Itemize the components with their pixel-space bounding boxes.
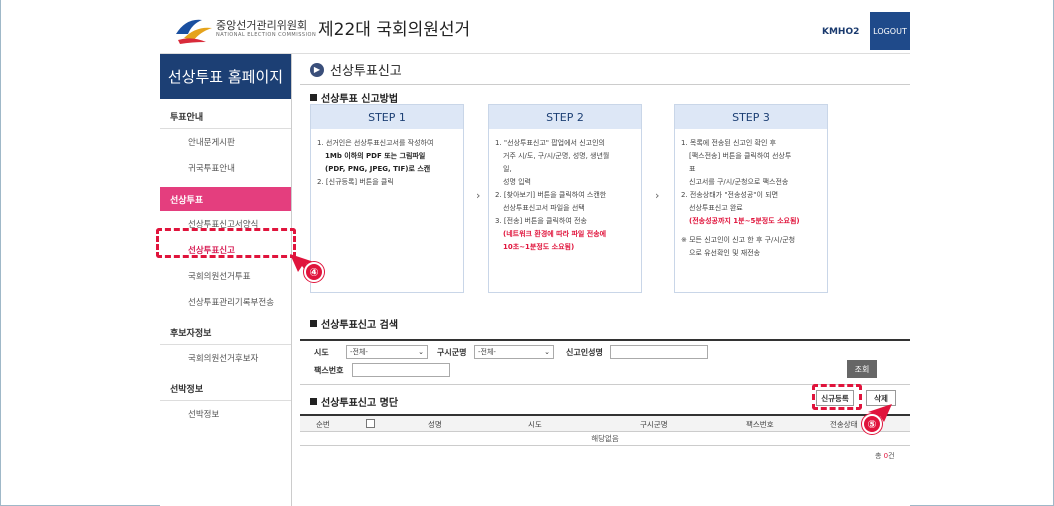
sidebar-item-record-send[interactable]: 선상투표관리기록부전송 (160, 289, 291, 315)
step-3-line: 표 (689, 165, 696, 173)
step-2-line: 10초~1분정도 소요됨) (503, 243, 575, 251)
column-header-status: 전송상태 (830, 420, 858, 429)
select-all-checkbox[interactable] (366, 419, 375, 428)
step-2-line: 일, (503, 165, 512, 173)
step-2-body: 1. "선상투표신고" 팝업에서 신고인의 거주 시/도, 구/시/군명, 성명… (489, 129, 641, 262)
column-header-gusigun: 구시군명 (640, 420, 668, 429)
step-1-body: 1. 선거인은 선상투표신고서를 작성하여 1Mb 이하의 PDF 또는 그림파… (311, 129, 463, 197)
search-button[interactable]: 조회 (847, 360, 877, 378)
step-2-line: 선상투표신고서 파일을 선택 (503, 204, 585, 212)
page-title: 선상투표신고 (330, 64, 402, 79)
sidebar-heading-vote-guide[interactable]: 투표안내 (160, 105, 291, 129)
highlight-box-sidebar (156, 228, 296, 258)
step-3-box: STEP 3 1. 목록에 전송된 신고인 확인 후 [팩스전송] 버튼을 클릭… (674, 104, 828, 293)
step-3-line: 으로 유선확인 및 재전송 (689, 249, 761, 257)
step-1-line: 1. 선거인은 선상투표신고서를 작성하여 (317, 139, 434, 147)
step-2-line: (네트워크 환경에 따라 파일 전송에 (503, 230, 607, 238)
org-name: 중앙선거관리위원회 (216, 19, 308, 32)
chevron-right-icon: › (476, 189, 481, 202)
step-3-line: 신고서를 구/시/군청으로 팩스전송 (689, 178, 789, 186)
step-3-title: STEP 3 (675, 105, 827, 129)
step-2-box: STEP 2 1. "선상투표신고" 팝업에서 신고인의 거주 시/도, 구/시… (488, 104, 642, 293)
chevron-down-icon: ⌄ (544, 348, 550, 356)
gusigun-label: 구시군명 (437, 348, 467, 357)
sidebar-heading-ship-vote[interactable]: 선상투표 (160, 187, 291, 211)
sidebar: 선상투표 홈페이지 투표안내 안내문게시판 귀국투표안내 선상투표 선상투표신고… (160, 54, 292, 506)
page: 중앙선거관리위원회 NATIONAL ELECTION COMMISSION 제… (156, 0, 910, 506)
step-2-line: 거주 시/도, 구/시/군명, 성명, 생년월 (503, 152, 610, 160)
list-heading-text: 선상투표신고 명단 (321, 398, 399, 409)
sidebar-heading-candidate[interactable]: 후보자정보 (160, 321, 291, 345)
search-panel: 시도 -전체- ⌄ 구시군명 -전체- ⌄ 신고인성명 팩스번호 조회 (300, 339, 910, 385)
step-1-title: STEP 1 (311, 105, 463, 129)
total-suffix: 건 (888, 452, 895, 460)
list-heading: 선상투표신고 명단 (310, 394, 398, 409)
highlight-box-new-button (812, 384, 862, 410)
fax-label: 팩스번호 (314, 366, 344, 375)
empty-row: 해당없음 (300, 432, 910, 446)
total-count: 총 0건 (875, 451, 895, 461)
step-3-line: 선상투표신고 완료 (689, 204, 743, 212)
sidebar-item-national-election-vote[interactable]: 국회의원선거투표 (160, 263, 291, 289)
page-title-row: ▶ 선상투표신고 (310, 60, 402, 79)
column-header-fax: 팩스번호 (746, 420, 774, 429)
step-3-line: 1. 목록에 전송된 신고인 확인 후 (681, 139, 777, 147)
method-heading-text: 선상투표 신고방법 (321, 94, 399, 105)
method-heading: 선상투표 신고방법 (310, 90, 398, 105)
search-heading: 선상투표신고 검색 (310, 316, 398, 331)
column-header-name: 성명 (428, 420, 442, 429)
sidebar-item-candidates[interactable]: 국회의원선거후보자 (160, 345, 291, 371)
step-3-body: 1. 목록에 전송된 신고인 확인 후 [팩스전송] 버튼을 클릭하여 선상투 … (675, 129, 827, 268)
header: 중앙선거관리위원회 NATIONAL ELECTION COMMISSION 제… (160, 0, 910, 54)
chevron-right-icon: ▶ (310, 62, 324, 77)
square-bullet-icon (310, 320, 317, 327)
total-prefix: 총 (875, 452, 884, 460)
step-badge-4: ④ (304, 262, 324, 282)
sidebar-item-return-vote[interactable]: 귀국투표안내 (160, 155, 291, 181)
column-header-number: 순번 (316, 420, 330, 429)
step-3-line: (전송성공까지 1분~5분정도 소요됨) (689, 217, 800, 225)
fax-input[interactable] (352, 363, 450, 377)
column-header-sido: 시도 (528, 420, 542, 429)
step-2-title: STEP 2 (489, 105, 641, 129)
square-bullet-icon (310, 94, 317, 101)
logout-button[interactable]: LOGOUT (870, 12, 910, 50)
step-2-line: 3. [전송] 버튼을 클릭하여 전송 (495, 217, 587, 225)
gusigun-select-value: -전체- (478, 348, 496, 356)
sido-select[interactable]: -전체- ⌄ (346, 345, 428, 359)
reporter-name-input[interactable] (610, 345, 708, 359)
sidebar-item-notice-board[interactable]: 안내문게시판 (160, 129, 291, 155)
sidebar-title[interactable]: 선상투표 홈페이지 (160, 54, 291, 99)
report-list-table: 순번 성명 시도 구시군명 팩스번호 전송상태 해당없음 (300, 414, 910, 446)
step-1-box: STEP 1 1. 선거인은 선상투표신고서를 작성하여 1Mb 이하의 PDF… (310, 104, 464, 293)
sidebar-item-ship-info[interactable]: 선박정보 (160, 401, 291, 427)
chevron-down-icon: ⌄ (418, 348, 424, 356)
step-1-line: (PDF, PNG, JPEG, TIF)로 스캔 (325, 165, 431, 173)
reporter-name-label: 신고인성명 (566, 348, 603, 357)
step-3-line: ※ 모든 신고인이 신고 한 후 구/시/군청 (681, 236, 796, 244)
org-subtitle: NATIONAL ELECTION COMMISSION (216, 32, 317, 38)
user-id: KMHO2 (822, 27, 860, 37)
step-1-line: 2. [신규등록] 버튼을 클릭 (317, 178, 394, 186)
search-heading-text: 선상투표신고 검색 (321, 320, 399, 331)
nec-logo-icon (176, 19, 212, 44)
step-3-line: [팩스전송] 버튼을 클릭하여 선상투 (689, 152, 792, 160)
gusigun-select[interactable]: -전체- ⌄ (474, 345, 554, 359)
step-3-line: 2. 전송상태가 "전송성공"이 되면 (681, 191, 779, 199)
title-divider (300, 84, 910, 85)
step-1-line: 1Mb 이하의 PDF 또는 그림파일 (325, 152, 426, 160)
step-2-line: 2. [찾아보기] 버튼을 클릭하여 스캔한 (495, 191, 607, 199)
sido-label: 시도 (314, 348, 329, 357)
election-title: 제22대 국회의원선거 (318, 20, 471, 40)
square-bullet-icon (310, 398, 317, 405)
step-badge-5: ⑤ (862, 414, 882, 434)
table-header-row: 순번 성명 시도 구시군명 팩스번호 전송상태 (300, 416, 910, 432)
step-2-line: 1. "선상투표신고" 팝업에서 신고인의 (495, 139, 605, 147)
sido-select-value: -전체- (350, 348, 368, 356)
step-2-line: 성명 입력 (503, 178, 531, 186)
chevron-right-icon: › (655, 189, 660, 202)
sidebar-heading-ship-info[interactable]: 선박정보 (160, 377, 291, 401)
